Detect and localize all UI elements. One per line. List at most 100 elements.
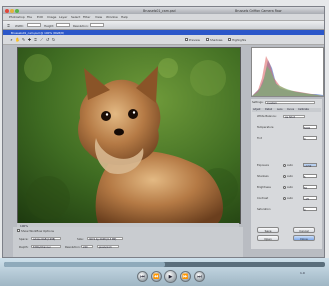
brightness-field[interactable]: 50: [303, 185, 317, 190]
shadows-value: 5: [304, 176, 306, 179]
shadows-checkbox[interactable]: [206, 37, 209, 41]
brightness-auto-checkbox[interactable]: [283, 185, 286, 189]
contrast-auto-label: Auto: [287, 197, 294, 200]
brightness-label: Brightness: [257, 186, 271, 189]
brightness-value: 50: [304, 187, 308, 190]
white-balance-select[interactable]: As Shot: [283, 114, 305, 119]
menu-select[interactable]: Select: [71, 15, 80, 19]
space-label: Space:: [19, 237, 29, 241]
exposure-field[interactable]: +0.50: [303, 163, 317, 168]
resolution-label: Resolution:: [73, 23, 89, 28]
crop-tool-icon[interactable]: ⌗: [6, 23, 11, 28]
highlights-checkbox[interactable]: [228, 37, 231, 41]
panel-title: Brussels Griffon Camera Raw: [235, 8, 282, 13]
white-balance-value: As Shot: [285, 115, 295, 119]
width-label: Width:: [15, 23, 25, 28]
document-title: Brussels01_cam.psd: [143, 8, 176, 13]
menu-help[interactable]: Help: [121, 15, 128, 19]
open-button[interactable]: Open: [257, 235, 279, 241]
tab-lens[interactable]: Lens: [277, 108, 283, 111]
saturation-label: Saturation: [257, 208, 271, 211]
menu-window[interactable]: Window: [106, 15, 118, 19]
seek-bar[interactable]: [4, 262, 325, 267]
contrast-field[interactable]: +25: [303, 196, 317, 201]
image-preview[interactable]: [17, 47, 241, 224]
menu-image[interactable]: Image: [47, 15, 56, 19]
resolution-unit-select[interactable]: pixels/inch: [97, 244, 119, 249]
preview-checkbox[interactable]: [185, 37, 188, 41]
exposure-auto-checkbox[interactable]: [283, 163, 286, 167]
shadows-label: Shadows: [210, 37, 223, 42]
contrast-auto-checkbox[interactable]: [283, 196, 286, 200]
zoom-tool-icon[interactable]: ⌕: [9, 37, 14, 42]
close-window-icon[interactable]: [5, 8, 9, 13]
save-button[interactable]: Save: [257, 227, 279, 233]
done-button[interactable]: Done: [293, 235, 315, 241]
crop-icon[interactable]: ⌗: [33, 37, 38, 42]
shadows-label: Shadows: [257, 175, 269, 178]
tab-detail[interactable]: Detail: [265, 108, 272, 111]
adjust-panel: Settings: Custom Adjust Detail Lens Curv…: [251, 99, 322, 249]
workflow-toggle[interactable]: [17, 229, 20, 232]
menu-filter[interactable]: Filter: [83, 15, 90, 19]
shadows-auto-checkbox[interactable]: [283, 174, 286, 178]
settings-label: Settings:: [252, 101, 264, 104]
contrast-value: +25: [304, 198, 310, 201]
tab-adjust[interactable]: Adjust: [253, 108, 260, 111]
size-select[interactable]: 3072 by 2048 (6.3 MP): [87, 236, 123, 241]
previous-icon[interactable]: ⏮: [137, 271, 148, 282]
white-balance-label: White Balance:: [257, 115, 277, 118]
menu-view[interactable]: View: [95, 15, 102, 19]
temperature-field[interactable]: 5000: [303, 125, 317, 130]
tint-label: Tint: [257, 137, 262, 140]
rewind-icon[interactable]: ⏪: [151, 271, 162, 282]
play-icon[interactable]: ▶: [164, 270, 177, 283]
cancel-button[interactable]: Cancel: [293, 227, 315, 233]
brightness-auto-label: Auto: [287, 186, 294, 189]
depth-value: 8 Bits/Channel: [33, 245, 51, 249]
zoom-window-icon[interactable]: [15, 8, 19, 13]
temperature-label: Temperature: [257, 126, 274, 129]
menu-file[interactable]: File: [27, 15, 32, 19]
saturation-field[interactable]: 0: [303, 207, 317, 212]
space-select[interactable]: Adobe RGB (1998): [31, 236, 61, 241]
version-label: 1.0: [300, 271, 305, 275]
highlights-label: Highlights: [232, 37, 247, 42]
settings-value: Custom: [267, 101, 277, 105]
minimize-window-icon[interactable]: [10, 8, 14, 13]
temperature-value: 5000: [304, 127, 311, 130]
rotate-right-icon[interactable]: ↻: [51, 37, 56, 42]
space-value: Adobe RGB (1998): [33, 237, 56, 241]
video-player-controls: ⏮ ⏪ ▶ ⏩ ⏭ 1.0: [0, 258, 329, 286]
settings-select[interactable]: Custom: [265, 100, 315, 105]
depth-select[interactable]: 8 Bits/Channel: [31, 244, 61, 249]
options-bar: ⌗ Width: Height: Resolution:: [3, 21, 324, 30]
color-sampler-icon[interactable]: ✚: [27, 37, 32, 42]
white-balance-tool-icon[interactable]: ✎: [21, 37, 26, 42]
hand-tool-icon[interactable]: ✋: [15, 37, 20, 42]
workflow-resolution-field[interactable]: 240: [81, 244, 93, 249]
saturation-value: 0: [304, 209, 306, 212]
tint-field[interactable]: 0: [303, 136, 317, 141]
dog-photo: [18, 48, 240, 223]
workflow-options: Show Workflow Options Space: Adobe RGB (…: [13, 227, 243, 257]
exposure-value: +0.50: [304, 165, 312, 168]
workflow-resolution-label: Resolution:: [65, 245, 81, 249]
tab-curve[interactable]: Curve: [287, 108, 294, 111]
menu-edit[interactable]: Edit: [37, 15, 43, 19]
tab-calibrate[interactable]: Calibrate: [298, 108, 309, 111]
shadows-field[interactable]: 5: [303, 174, 317, 179]
next-icon[interactable]: ⏭: [194, 271, 205, 282]
menu-layer[interactable]: Layer: [59, 15, 67, 19]
document-tab-label: Brussels01_cam.psd @ 100% (RGB/8): [11, 30, 64, 35]
resolution-field[interactable]: [90, 23, 104, 27]
rotate-left-icon[interactable]: ↺: [45, 37, 50, 42]
width-field[interactable]: [27, 23, 41, 27]
workflow-toggle-label: Show Workflow Options: [21, 229, 54, 233]
menu-photoshop[interactable]: Photoshop: [9, 15, 25, 19]
height-field[interactable]: [56, 23, 70, 27]
exposure-label: Exposure: [257, 164, 270, 167]
straighten-icon[interactable]: ⟋: [39, 37, 44, 42]
workflow-resolution-value: 240: [83, 245, 88, 249]
fast-forward-icon[interactable]: ⏩: [180, 271, 191, 282]
